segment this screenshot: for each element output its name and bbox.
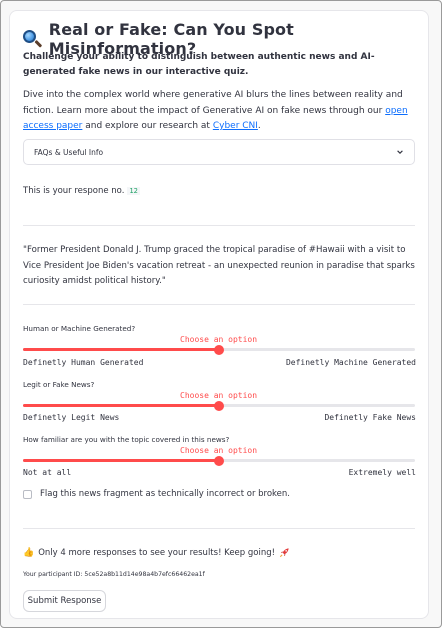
response-number-line: This is your respone no. 12 [23, 186, 140, 196]
slider-label-legit-fake: Legit or Fake News? [23, 380, 95, 389]
magnifying-glass-icon [23, 30, 43, 48]
slider-min-label: Definetly Legit News [23, 413, 120, 422]
slider-value-familiarity: Choose an option [180, 446, 258, 455]
slider-min-label: Not at all [23, 468, 72, 477]
chevron-down-icon [397, 150, 403, 154]
slider-max-label: Definetly Machine Generated [285, 358, 416, 367]
slider-value-legit-fake: Choose an option [180, 391, 258, 400]
cyber-cni-link[interactable]: Cyber CNI [213, 121, 258, 131]
divider [23, 304, 415, 305]
slider-legit-fake[interactable] [23, 400, 415, 411]
response-number: 12 [127, 187, 140, 195]
submit-response-button[interactable]: Submit Response [23, 590, 106, 612]
divider [23, 225, 415, 226]
slider-fill [23, 404, 219, 407]
slider-fill [23, 459, 219, 462]
slider-familiarity[interactable] [23, 455, 415, 466]
slider-human-machine[interactable] [23, 344, 415, 355]
flag-checkbox[interactable] [23, 489, 32, 499]
intro-text-1: Dive into the complex world where genera… [23, 90, 403, 116]
news-fragment: "Former President Donald J. Trump graced… [23, 245, 415, 286]
flag-checkbox-label: Flag this news fragment as technically i… [40, 489, 290, 499]
slider-max-label: Extremely well [348, 468, 416, 477]
slider-fill [23, 348, 219, 351]
response-prefix: This is your respone no. [23, 186, 125, 196]
intro-text-3: . [257, 121, 261, 131]
faq-expander[interactable]: FAQs & Useful Info [23, 139, 415, 165]
slider-thumb[interactable] [214, 400, 224, 411]
progress-text: Only 4 more responses to see your result… [38, 547, 276, 558]
faq-expander-label: FAQs & Useful Info [34, 147, 104, 157]
slider-thumb[interactable] [214, 455, 224, 466]
slider-thumb[interactable] [214, 344, 224, 355]
progress-message: 👍 Only 4 more responses to see your resu… [23, 547, 290, 558]
intro-text-2: and explore our research at [82, 121, 213, 131]
page-subtitle: Challenge your ability to distinguish be… [23, 52, 375, 77]
slider-label-familiarity: How familiar are you with the topic cove… [23, 435, 230, 444]
slider-value-human-machine: Choose an option [180, 335, 258, 344]
slider-label-human-machine: Human or Machine Generated? [23, 324, 136, 333]
slider-min-label: Definetly Human Generated [23, 358, 144, 367]
intro-paragraph: Dive into the complex world where genera… [23, 88, 419, 135]
divider [23, 528, 415, 529]
slider-max-label: Definetly Fake News [324, 413, 416, 422]
flag-checkbox-row[interactable]: Flag this news fragment as technically i… [23, 489, 290, 499]
thumbs-up-icon: 👍 [23, 547, 35, 558]
rocket-icon [279, 548, 289, 558]
participant-id: Your participant ID: 5ce52a8b11d14e98a4b… [23, 571, 205, 578]
